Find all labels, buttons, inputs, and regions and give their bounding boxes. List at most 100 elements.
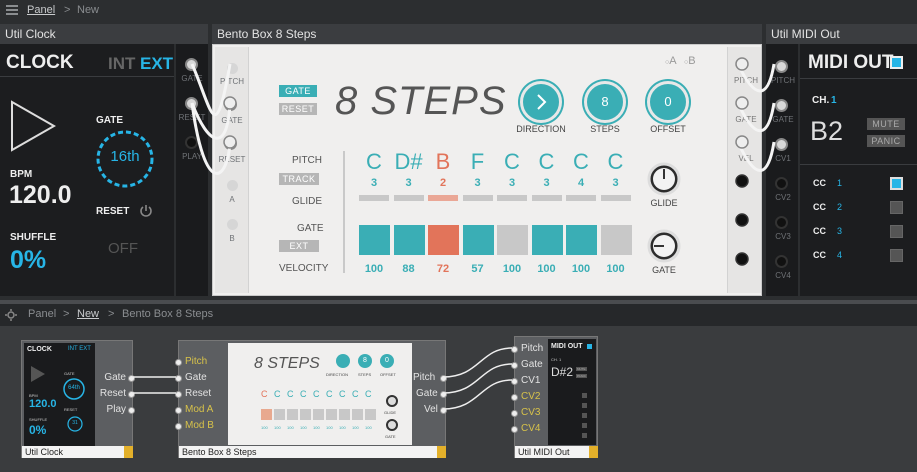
midi-cv2-jack[interactable] — [775, 177, 788, 190]
cc-toggle-4[interactable] — [890, 249, 903, 262]
step-gate-1[interactable] — [359, 225, 390, 255]
reset-tag[interactable]: RESET — [279, 103, 317, 115]
clock-out-gate[interactable]: Gate — [100, 372, 126, 383]
midi-in-cv1-dot[interactable] — [511, 378, 518, 385]
breadcrumb-new[interactable]: New — [77, 4, 99, 16]
bento-in-reset[interactable]: Reset — [185, 388, 211, 399]
bento-in-gate[interactable]: Gate — [185, 372, 207, 383]
step-gate-3[interactable] — [428, 225, 459, 255]
gate-tag[interactable]: GATE — [279, 85, 317, 97]
step-glide-8[interactable] — [600, 195, 631, 201]
bento-in-pitch[interactable]: Pitch — [185, 356, 207, 367]
midi-in-cv1[interactable]: CV1 — [521, 375, 540, 386]
midi-block-name[interactable]: Util MIDI Out — [515, 446, 589, 458]
cc-toggle-1[interactable] — [890, 177, 903, 190]
play-icon[interactable] — [10, 100, 56, 152]
bento-header[interactable]: Bento Box 8 Steps — [212, 24, 762, 44]
step-glide-3[interactable] — [428, 195, 458, 201]
bento-in-moda[interactable]: Mod A — [185, 404, 213, 415]
step-note-2[interactable]: D# — [392, 149, 426, 175]
bpm-value[interactable]: 120.0 — [9, 181, 72, 210]
clock-out-play[interactable]: Play — [100, 404, 126, 415]
bento-reset-jack[interactable] — [224, 137, 237, 150]
midi-in-gate[interactable]: Gate — [521, 359, 543, 370]
step-glide-6[interactable] — [531, 195, 562, 201]
midi-cv4-jack[interactable] — [775, 255, 788, 268]
cc-number-2[interactable]: 2 — [837, 202, 842, 212]
steps-knob[interactable]: 8 — [584, 81, 626, 123]
bento-out-pitch-dot[interactable] — [440, 375, 447, 382]
clock-block-name[interactable]: Util Clock — [22, 446, 124, 458]
block-midi-out[interactable]: Pitch Gate CV1 CV2 CV3 CV4 MIDI OUT CH. … — [511, 336, 598, 458]
step-velocity-5[interactable]: 100 — [495, 263, 529, 275]
midi-cv3-jack[interactable] — [775, 216, 788, 229]
midi-in-gate-dot[interactable] — [511, 362, 518, 369]
block-bento-box[interactable]: Pitch Gate Reset Mod A Mod B 8 STEPS 8 0… — [175, 340, 447, 458]
step-gate-8[interactable] — [600, 225, 632, 255]
breadcrumb-panel[interactable]: Panel — [27, 4, 55, 16]
bento-out-pitch[interactable]: Pitch — [413, 372, 435, 383]
step-note-4[interactable]: F — [461, 149, 495, 175]
ab-b[interactable]: B — [688, 55, 695, 67]
step-glide-4[interactable] — [462, 195, 493, 201]
clock-int-toggle[interactable]: INT — [108, 54, 135, 74]
step-glide-2[interactable] — [393, 195, 424, 201]
bento-in-modb-dot[interactable] — [175, 423, 182, 430]
track-tag[interactable]: TRACK — [279, 173, 319, 185]
midi-in-cv4[interactable]: CV4 — [521, 423, 540, 434]
ext-tag[interactable]: EXT — [279, 240, 319, 252]
direction-knob[interactable] — [520, 81, 562, 123]
app-menu-icon[interactable] — [6, 4, 20, 15]
lower-breadcrumb-item[interactable]: Bento Box 8 Steps — [122, 308, 213, 320]
power-icon[interactable] — [139, 204, 153, 218]
clock-out-play-dot[interactable] — [128, 407, 135, 414]
midi-in-pitch-dot[interactable] — [511, 346, 518, 353]
clock-header[interactable]: Util Clock — [0, 24, 208, 44]
step-velocity-7[interactable]: 100 — [564, 263, 598, 275]
cc-toggle-2[interactable] — [890, 201, 903, 214]
bento-out-gate-dot[interactable] — [440, 391, 447, 398]
offset-knob[interactable]: 0 — [647, 81, 689, 123]
ab-a[interactable]: A — [669, 55, 676, 67]
ab-selector[interactable]: ○A ○B — [665, 55, 696, 67]
bento-a-jack[interactable] — [227, 180, 238, 191]
glide-knob[interactable] — [646, 161, 682, 197]
midi-pitch-jack[interactable] — [775, 60, 788, 73]
gate-knob[interactable] — [646, 228, 682, 264]
bento-out-gate[interactable]: Gate — [416, 388, 438, 399]
midi-in-cv4-dot[interactable] — [511, 426, 518, 433]
lower-breadcrumb-new[interactable]: New — [77, 308, 99, 320]
step-note-7[interactable]: C — [564, 149, 598, 175]
step-note-1[interactable]: C — [357, 149, 391, 175]
bento-b-jack[interactable] — [227, 219, 238, 230]
bento-block-menu[interactable] — [437, 446, 446, 458]
step-velocity-2[interactable]: 88 — [392, 263, 426, 275]
step-gate-6[interactable] — [531, 225, 563, 255]
clock-play-jack[interactable] — [185, 136, 198, 149]
midi-in-pitch[interactable]: Pitch — [521, 343, 543, 354]
shuffle-value[interactable]: 0% — [10, 246, 46, 275]
panic-button[interactable]: PANIC — [867, 135, 905, 147]
midi-gate-jack[interactable] — [775, 99, 788, 112]
midi-header[interactable]: Util MIDI Out — [766, 24, 917, 44]
step-glide-7[interactable] — [566, 195, 596, 201]
bento-in-reset-dot[interactable] — [175, 391, 182, 398]
clock-out-gate-dot[interactable] — [128, 375, 135, 382]
bento-in-gate-dot[interactable] — [175, 375, 182, 382]
bento-in-modb[interactable]: Mod B — [185, 420, 214, 431]
bento-gate-jack[interactable] — [224, 98, 237, 111]
bento-in-moda-dot[interactable] — [175, 407, 182, 414]
midi-ch-value[interactable]: 1 — [831, 95, 837, 106]
step-gate-5[interactable] — [497, 225, 528, 255]
clock-out-reset[interactable]: Reset — [98, 388, 126, 399]
step-note-3[interactable]: B — [426, 149, 460, 175]
cc-toggle-3[interactable] — [890, 225, 903, 238]
structure-canvas[interactable] — [0, 326, 917, 472]
step-velocity-8[interactable]: 100 — [599, 263, 633, 275]
step-velocity-1[interactable]: 100 — [357, 263, 391, 275]
bento-out-vel[interactable]: Vel — [424, 404, 438, 415]
step-note-5[interactable]: C — [495, 149, 529, 175]
clock-ext-toggle[interactable]: EXT — [140, 54, 173, 74]
bento-out-vel-dot[interactable] — [440, 407, 447, 414]
step-gate-7[interactable] — [566, 225, 597, 255]
